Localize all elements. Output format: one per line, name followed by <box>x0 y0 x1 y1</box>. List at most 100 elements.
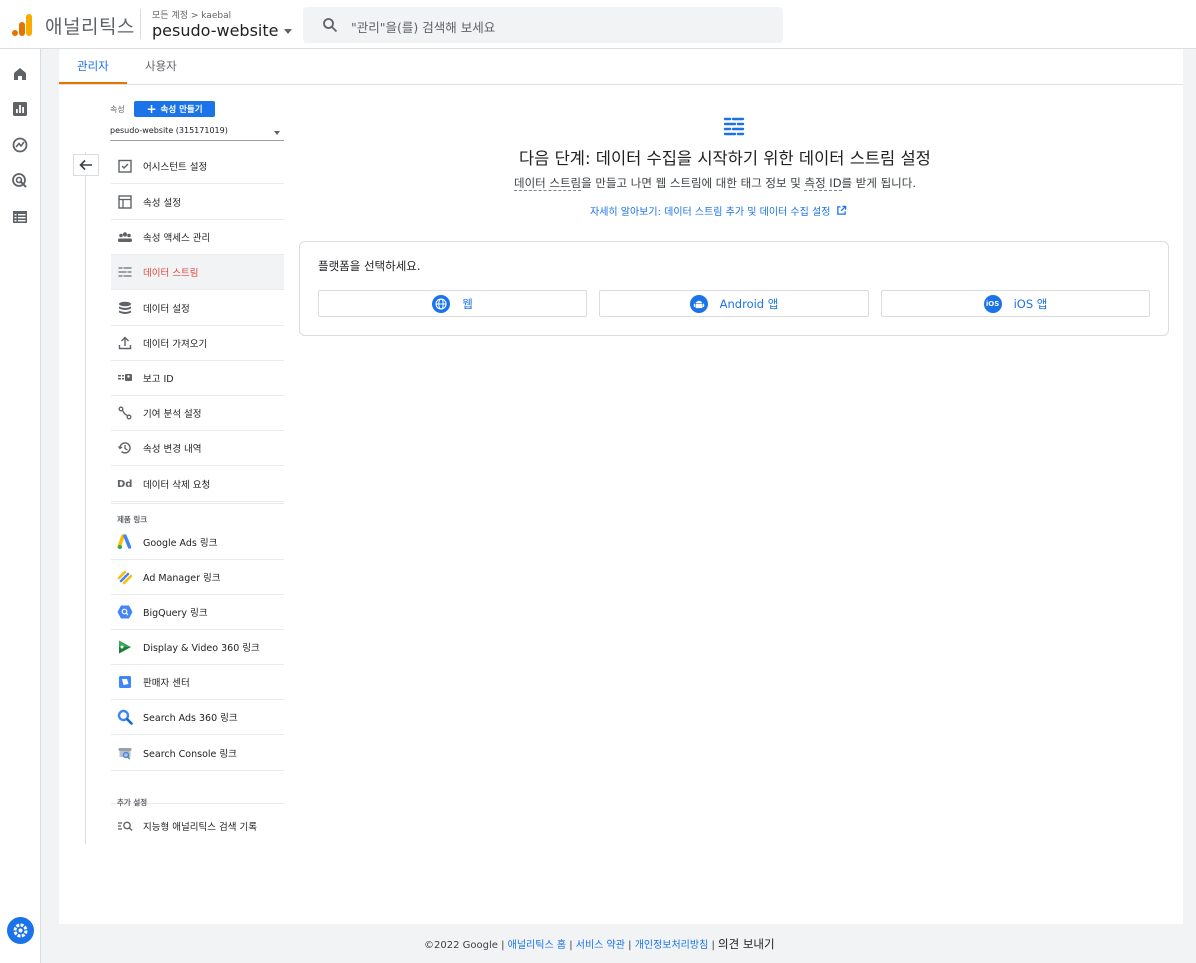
create-property-button[interactable]: + 속성 만들기 <box>134 101 215 117</box>
nav-item-access-management[interactable]: 속성 액세스 관리 <box>111 220 284 255</box>
android-icon <box>689 294 708 313</box>
nav-item-data-streams[interactable]: 데이터 스트림 <box>111 255 284 290</box>
subtitle-text: 를 받게 됩니다. <box>841 176 916 190</box>
configure-icon[interactable] <box>11 208 29 226</box>
nav-item-label: 지능형 애널리틱스 검색 기록 <box>143 821 257 833</box>
search-ads-360-icon <box>117 709 133 725</box>
footer: ©2022 Google | 애널리틱스 홈 | 서비스 약관 | 개인정보처리… <box>424 937 775 951</box>
learn-more-link[interactable]: 자세히 알아보기: 데이터 스트림 추가 및 데이터 수집 설정 <box>590 203 847 218</box>
terms-link[interactable]: 서비스 약관 <box>576 940 625 951</box>
platform-selection-card <box>299 241 1169 336</box>
property-selector[interactable]: pesudo-website <box>152 21 293 40</box>
search-console-icon <box>118 748 132 760</box>
page-title: 다음 단계: 데이터 수집을 시작하기 위한 데이터 스트림 설정 <box>519 149 931 168</box>
section-divider <box>111 503 284 504</box>
active-tab-indicator <box>59 82 127 84</box>
nav-item-label: Search Ads 360 링크 <box>143 713 238 724</box>
nav-item-label: 속성 변경 내역 <box>143 444 202 455</box>
nav-item-ad-manager[interactable]: Ad Manager 링크 <box>111 560 284 595</box>
nav-item-search-ads-360[interactable]: Search Ads 360 링크 <box>111 700 284 735</box>
plus-icon: + <box>146 102 157 116</box>
gear-icon <box>13 923 28 938</box>
tab-admin[interactable]: 관리자 <box>77 58 109 74</box>
page-subtitle: 데이터 스트림을 만들고 나면 웹 스트림에 대한 태그 정보 및 측정 ID를… <box>514 175 916 191</box>
nav-item-google-ads[interactable]: Google Ads 링크 <box>111 525 284 560</box>
checklist-icon <box>118 159 132 173</box>
search-placeholder: "관리"을(를) 검색해 보세요 <box>351 20 496 35</box>
nav-item-data-deletion[interactable]: Dd 데이터 삭제 요청 <box>111 467 284 502</box>
analytics-logo-icon[interactable] <box>11 13 33 37</box>
data-deletion-icon: Dd <box>117 478 133 490</box>
nav-item-label: BigQuery 링크 <box>143 608 208 619</box>
database-icon <box>119 301 131 314</box>
nav-item-reporting-id[interactable]: 보고 ID <box>111 361 284 396</box>
top-bar: 애널리틱스 모든 계정 > kaebal pesudo-website "관리"… <box>0 0 1196 49</box>
bigquery-icon <box>117 605 133 619</box>
data-stream-icon <box>118 267 132 277</box>
nav-item-property-settings[interactable]: 속성 설정 <box>111 185 284 220</box>
nav-item-display-video-360[interactable]: Display & Video 360 링크 <box>111 630 284 665</box>
analytics-home-link[interactable]: 애널리틱스 홈 <box>508 940 566 951</box>
google-ads-icon <box>117 534 132 549</box>
nav-item-bigquery[interactable]: BigQuery 링크 <box>111 595 284 630</box>
nav-item-search-history[interactable]: 지능형 애널리틱스 검색 기록 <box>111 808 284 843</box>
search-bar[interactable]: "관리"을(를) 검색해 보세요 <box>303 7 783 43</box>
tabs-divider <box>59 84 1183 85</box>
nav-item-label: 속성 설정 <box>143 198 181 209</box>
ios-platform-button[interactable]: iOS iOS 앱 <box>881 290 1150 317</box>
property-dropdown-value: pesudo-website (315171019) <box>110 126 228 135</box>
reporting-id-icon <box>118 374 132 381</box>
nav-item-merchant-center[interactable]: 판매자 센터 <box>111 665 284 700</box>
data-stream-term[interactable]: 데이터 스트림 <box>514 176 582 191</box>
app-name: 애널리틱스 <box>45 16 135 38</box>
explore-icon[interactable] <box>11 136 29 154</box>
nav-item-label: 데이터 가져오기 <box>143 339 208 350</box>
open-in-new-icon <box>837 205 847 215</box>
nav-item-attribution[interactable]: 기여 분석 설정 <box>111 396 284 431</box>
attribution-icon <box>118 406 132 420</box>
measurement-id-term[interactable]: 측정 ID <box>804 176 842 191</box>
chevron-down-icon <box>274 131 280 135</box>
merchant-center-icon <box>119 676 131 688</box>
web-platform-button[interactable]: 웹 <box>318 290 587 317</box>
display-video-360-icon <box>119 640 131 654</box>
privacy-link[interactable]: 개인정보처리방침 <box>635 940 709 951</box>
account-breadcrumb[interactable]: 모든 계정 > kaebal <box>152 8 231 21</box>
ios-icon: iOS <box>983 294 1002 313</box>
back-button[interactable] <box>73 154 99 176</box>
nav-item-data-settings[interactable]: 데이터 설정 <box>111 291 284 326</box>
home-icon[interactable] <box>11 65 29 83</box>
nav-item-label: 기여 분석 설정 <box>143 409 202 420</box>
header-divider <box>140 9 141 39</box>
reports-icon[interactable] <box>11 100 29 118</box>
people-icon <box>118 232 132 242</box>
nav-item-data-import[interactable]: 데이터 가져오기 <box>111 326 284 361</box>
search-history-icon <box>118 821 133 831</box>
feedback-link[interactable]: 의견 보내기 <box>718 937 775 951</box>
create-property-label: 속성 만들기 <box>160 105 203 115</box>
chevron-down-icon <box>284 29 293 34</box>
tab-user[interactable]: 사용자 <box>145 58 177 74</box>
nav-item-label: 데이터 설정 <box>143 304 190 315</box>
property-name: pesudo-website <box>152 21 279 40</box>
data-stream-icon <box>723 117 745 136</box>
platform-label: iOS 앱 <box>1013 296 1048 311</box>
nav-item-assistant[interactable]: 어시스턴트 설정 <box>111 149 284 184</box>
ad-manager-icon <box>117 570 133 585</box>
nav-item-search-console[interactable]: Search Console 링크 <box>111 736 284 771</box>
upload-icon <box>118 336 132 350</box>
nav-item-change-history[interactable]: 속성 변경 내역 <box>111 431 284 466</box>
android-platform-button[interactable]: Android 앱 <box>599 290 869 317</box>
subtitle-text: 을 만들고 나면 웹 스트림에 대한 태그 정보 및 <box>581 176 805 190</box>
copyright: ©2022 Google | <box>424 940 505 951</box>
additional-settings-heading: 추가 설정 <box>117 798 148 807</box>
nav-column-line <box>85 152 86 844</box>
nav-item-label: Display & Video 360 링크 <box>143 643 260 654</box>
admin-button[interactable] <box>7 917 34 944</box>
product-links-heading: 제품 링크 <box>117 515 148 524</box>
nav-item-label: 데이터 삭제 요청 <box>143 480 211 491</box>
nav-item-label: Google Ads 링크 <box>143 538 218 549</box>
advertising-icon[interactable] <box>11 172 29 190</box>
platform-label: 웹 <box>462 296 473 311</box>
property-dropdown[interactable]: pesudo-website (315171019) <box>110 126 284 141</box>
